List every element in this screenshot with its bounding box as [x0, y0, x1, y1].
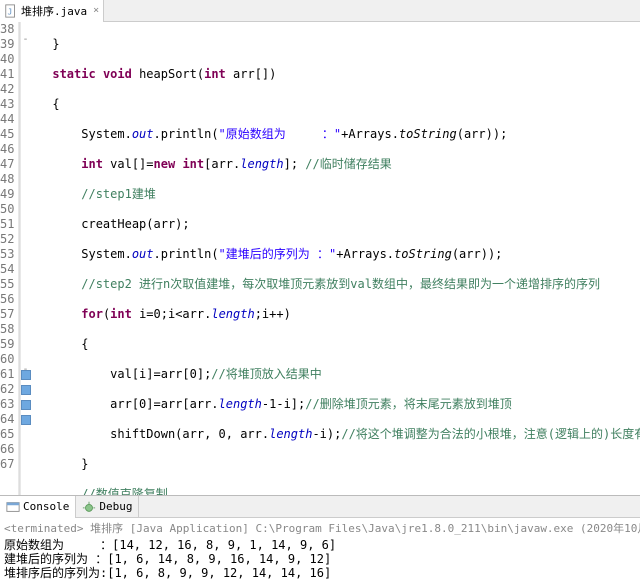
tab-debug[interactable]: Debug	[76, 496, 139, 518]
console-icon	[6, 500, 20, 514]
editor-tab-bar: J 堆排序.java ×	[0, 0, 640, 22]
console-tab-bar: Console Debug	[0, 496, 640, 518]
file-tab-label: 堆排序.java	[21, 3, 87, 19]
close-icon[interactable]: ×	[93, 5, 99, 16]
java-file-icon: J	[4, 4, 18, 18]
svg-text:J: J	[8, 7, 13, 16]
debug-tab-label: Debug	[99, 500, 132, 513]
file-tab[interactable]: J 堆排序.java ×	[0, 0, 104, 22]
console-process-header: <terminated> 堆排序 [Java Application] C:\P…	[0, 518, 640, 538]
tab-console[interactable]: Console	[0, 496, 76, 518]
console-tab-label: Console	[23, 500, 69, 513]
line-number-gutter: 3839404142434445464748495051525354555657…	[0, 22, 19, 495]
bug-icon	[82, 500, 96, 514]
console-panel: Console Debug <terminated> 堆排序 [Java App…	[0, 495, 640, 584]
code-area[interactable]: } static void heapSort(int arr[]) { Syst…	[21, 22, 640, 495]
editor: 3839404142434445464748495051525354555657…	[0, 22, 640, 495]
console-output[interactable]: 原始数组为 ：[14, 12, 16, 8, 9, 1, 14, 9, 6]建堆…	[0, 538, 640, 584]
